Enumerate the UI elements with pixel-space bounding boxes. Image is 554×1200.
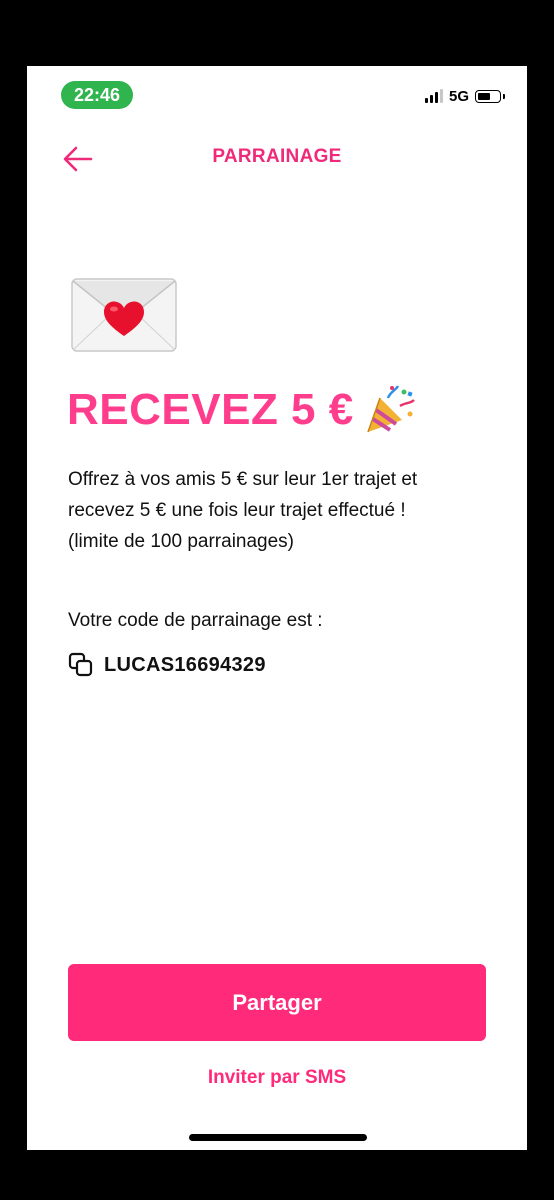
app-screen: 22:46 5G PARRAINAGE RECEVEZ 5 € Offrez à… [27, 66, 527, 1150]
battery-icon [475, 89, 505, 103]
invite-sms-link[interactable]: Inviter par SMS [27, 1067, 527, 1089]
description-line: recevez 5 € une fois leur trajet effectu… [68, 500, 406, 521]
headline: RECEVEZ 5 € [67, 384, 416, 436]
referral-code-label: Votre code de parrainage est : [68, 610, 323, 631]
page-title: PARRAINAGE [212, 146, 342, 167]
description-line: (limite de 100 parrainages) [68, 531, 295, 552]
description-line: Offrez à vos amis 5 € sur leur 1er traje… [68, 469, 418, 490]
headline-text: RECEVEZ 5 € [67, 385, 354, 434]
copy-icon[interactable] [68, 652, 94, 678]
referral-code-copy[interactable]: LUCAS16694329 [68, 652, 266, 678]
referral-description: Offrez à vos amis 5 € sur leur 1er traje… [68, 464, 488, 557]
party-popper-icon [367, 385, 415, 433]
referral-code: LUCAS16694329 [104, 653, 266, 676]
status-indicators: 5G [424, 86, 505, 106]
home-indicator[interactable] [189, 1134, 367, 1141]
network-type: 5G [448, 87, 469, 105]
share-button[interactable]: Partager [68, 964, 486, 1041]
love-letter-icon [71, 278, 177, 352]
status-time: 22:46 [61, 81, 133, 109]
signal-icon [424, 89, 443, 103]
